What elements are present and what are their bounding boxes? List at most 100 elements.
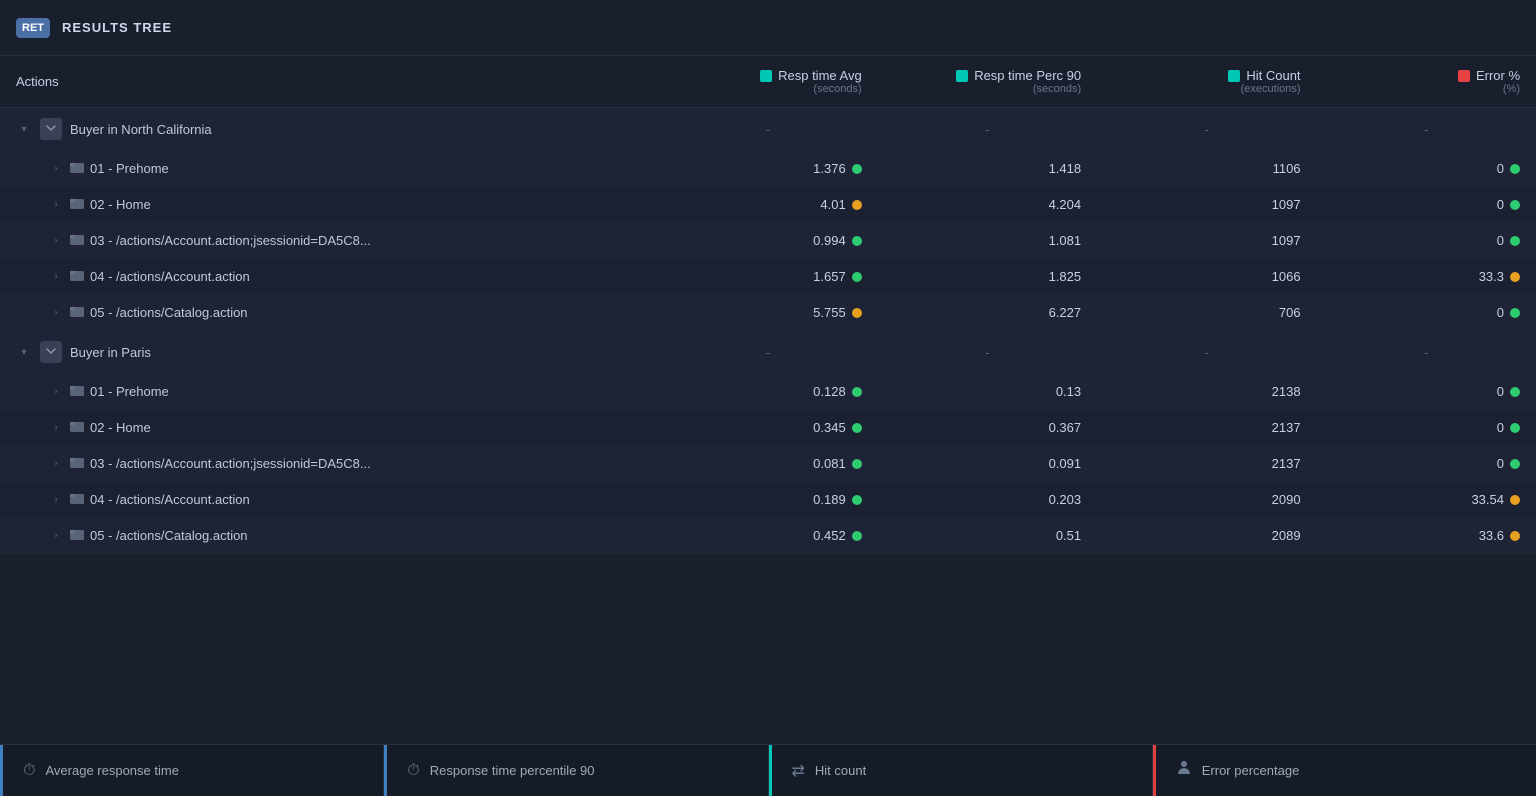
footer-item-avg[interactable]: ⏱ Average response time [0,745,384,796]
error-dot [1510,423,1520,433]
table-row: › 05 - /actions/Catalog.action 5.755 [0,295,1536,331]
group-name: Buyer in North California [70,122,212,137]
error-pct-cell: 33.54 [1317,482,1536,518]
group-collapse-btn[interactable]: ▾ [16,124,32,135]
app-logo: RET [16,18,50,38]
resp-avg-dot [852,387,862,397]
main-content: Actions Resp time Avg (seconds) [0,56,1536,744]
action-label: 03 - /actions/Account.action;jsessionid=… [90,456,371,471]
arrows-icon-hit: ⇄ [792,761,805,781]
resp-avg-dot [852,236,862,246]
action-name-cell: › 01 - Prehome [0,374,658,410]
row-expand-btn[interactable]: › [48,163,64,174]
resp-avg-dot [852,495,862,505]
footer-bar: ⏱ Average response time ⏱ Response time … [0,744,1536,796]
group-row[interactable]: ▾ Buyer in North California - - - - [0,108,1536,151]
folder-icon [70,419,84,436]
group-name-cell: ▾ Buyer in North California [0,108,658,151]
footer-item-error[interactable]: Error percentage [1153,745,1536,796]
resp-avg-dot [852,423,862,433]
table-body: ▾ Buyer in North California - - - - › [0,108,1536,554]
col-header-actions: Actions [0,56,658,108]
action-label: 01 - Prehome [90,161,169,176]
resp-avg-cell: 4.01 [658,187,877,223]
action-label: 02 - Home [90,420,151,435]
table-row: › 01 - Prehome 0.128 [0,374,1536,410]
error-pct-cell: 0 [1317,187,1536,223]
hit-count-cell: 2090 [1097,482,1316,518]
row-expand-btn[interactable]: › [48,494,64,505]
resp-avg-cell: 0.994 [658,223,877,259]
col-header-hit-count: Hit Count (executions) [1097,56,1316,108]
table-row: › 03 - /actions/Account.action;jsessioni… [0,446,1536,482]
error-pct-cell: 0 [1317,151,1536,187]
col-header-resp-avg: Resp time Avg (seconds) [658,56,877,108]
resp-p90-cell: 0.203 [878,482,1097,518]
action-label: 02 - Home [90,197,151,212]
folder-icon [70,304,84,321]
footer-item-p90[interactable]: ⏱ Response time percentile 90 [384,745,768,796]
col-header-resp-p90: Resp time Perc 90 (seconds) [878,56,1097,108]
table-row: › 04 - /actions/Account.action 1.657 [0,259,1536,295]
action-name-cell: › 02 - Home [0,187,658,223]
resp-p90-cell: 0.51 [878,518,1097,554]
group-resp-avg: - [658,331,877,374]
resp-avg-cell: 1.376 [658,151,877,187]
error-pct-cell: 0 [1317,446,1536,482]
footer-label-error: Error percentage [1202,763,1300,778]
group-name: Buyer in Paris [70,345,151,360]
error-pct-cell: 0 [1317,410,1536,446]
group-error-pct: - [1317,331,1536,374]
group-row[interactable]: ▾ Buyer in Paris - - - - [0,331,1536,374]
resp-avg-dot [852,459,862,469]
action-label: 03 - /actions/Account.action;jsessionid=… [90,233,371,248]
action-label: 04 - /actions/Account.action [90,492,250,507]
folder-icon [70,455,84,472]
row-expand-btn[interactable]: › [48,271,64,282]
group-hit-count: - [1097,331,1316,374]
action-name-cell: › 01 - Prehome [0,151,658,187]
resp-p90-cell: 6.227 [878,295,1097,331]
folder-icon [70,160,84,177]
resp-avg-dot [852,164,862,174]
row-expand-btn[interactable]: › [48,307,64,318]
teal-dot-avg [760,70,772,82]
resp-p90-cell: 0.367 [878,410,1097,446]
row-expand-btn[interactable]: › [48,530,64,541]
row-expand-btn[interactable]: › [48,199,64,210]
footer-label-avg: Average response time [45,763,178,778]
resp-avg-dot [852,272,862,282]
table-row: › 05 - /actions/Catalog.action 0.452 [0,518,1536,554]
action-name-cell: › 04 - /actions/Account.action [0,259,658,295]
footer-label-hit: Hit count [815,763,866,778]
footer-label-p90: Response time percentile 90 [430,763,595,778]
row-expand-btn[interactable]: › [48,458,64,469]
group-collapse-btn[interactable]: ▾ [16,347,32,358]
group-resp-p90: - [878,108,1097,151]
resp-avg-cell: 0.189 [658,482,877,518]
error-dot [1510,236,1520,246]
red-dot-error [1458,70,1470,82]
clock-icon-avg: ⏱ [23,762,35,780]
folder-icon [70,268,84,285]
hit-count-cell: 1097 [1097,223,1316,259]
resp-p90-cell: 4.204 [878,187,1097,223]
row-expand-btn[interactable]: › [48,422,64,433]
table-row: › 02 - Home 0.345 [0,410,1536,446]
group-resp-avg: - [658,108,877,151]
error-pct-cell: 0 [1317,295,1536,331]
folder-icon [70,196,84,213]
footer-item-hit[interactable]: ⇄ Hit count [769,745,1153,796]
resp-avg-cell: 0.345 [658,410,877,446]
group-hit-count: - [1097,108,1316,151]
error-pct-cell: 33.3 [1317,259,1536,295]
action-label: 05 - /actions/Catalog.action [90,305,248,320]
resp-avg-dot [852,308,862,318]
resp-avg-cell: 0.081 [658,446,877,482]
table-header-row: Actions Resp time Avg (seconds) [0,56,1536,108]
action-name-cell: › 05 - /actions/Catalog.action [0,518,658,554]
group-name-cell: ▾ Buyer in Paris [0,331,658,374]
table-row: › 03 - /actions/Account.action;jsessioni… [0,223,1536,259]
row-expand-btn[interactable]: › [48,235,64,246]
row-expand-btn[interactable]: › [48,386,64,397]
